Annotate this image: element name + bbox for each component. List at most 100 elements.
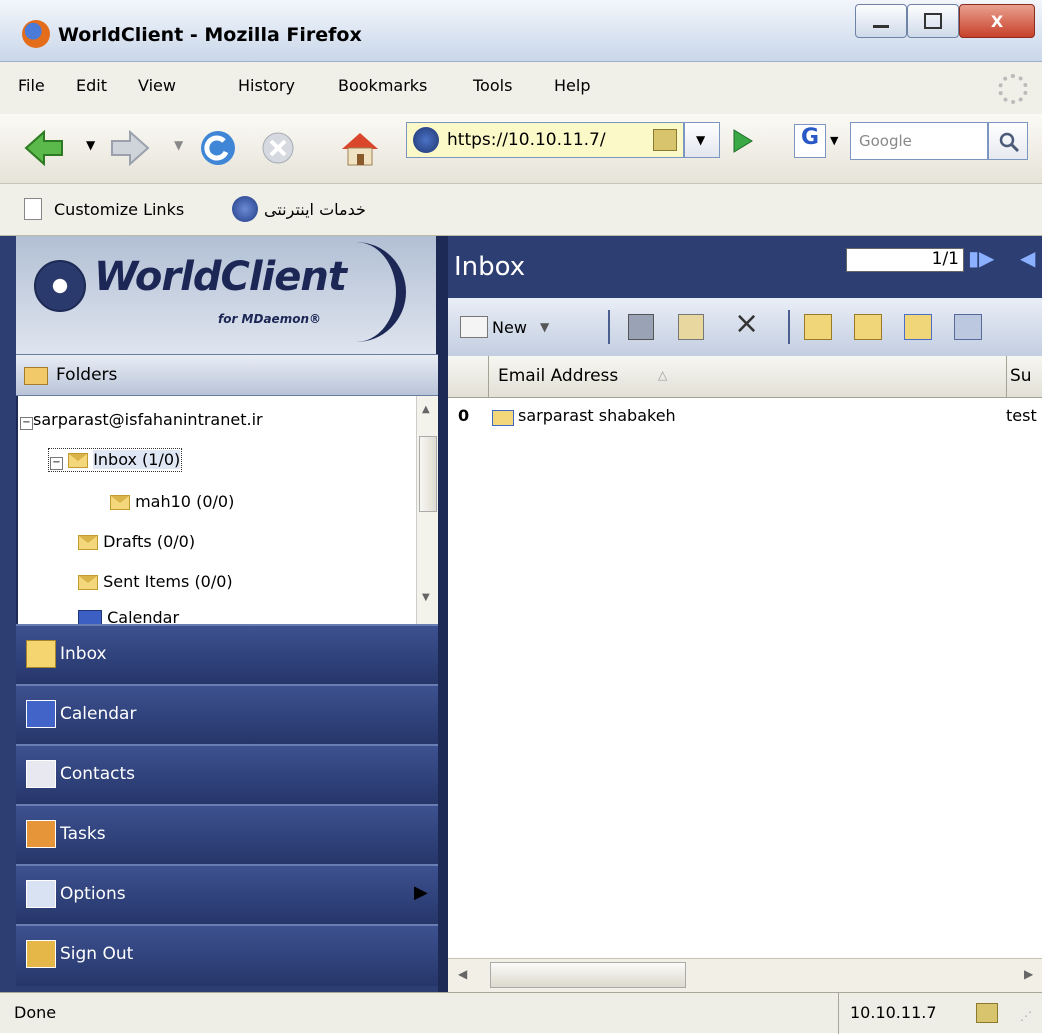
globe-icon [232,196,258,222]
next-page-icon[interactable]: ▮▶ [968,246,994,270]
new-dropdown-icon[interactable]: ▼ [540,320,549,334]
close-button[interactable]: X [959,4,1035,38]
forward-icon[interactable] [904,314,932,340]
tree-item-label: Inbox (1/0) [93,450,181,469]
folders-header[interactable]: Folders [16,354,438,396]
envelope-icon [78,535,98,550]
logo-swoosh [336,242,406,342]
search-engine-dropdown-icon[interactable]: ▼ [830,134,838,147]
signout-icon [26,940,56,968]
menu-tools[interactable]: Tools [473,76,512,95]
menu-bookmarks[interactable]: Bookmarks [338,76,427,95]
move-icon[interactable] [678,314,704,340]
window-titlebar: WorldClient - Mozilla Firefox X [0,0,1042,62]
nav-label: Calendar [60,704,137,724]
inbox-title: Inbox [454,252,526,282]
message-toolbar: New ▼ × [448,298,1042,356]
menu-history[interactable]: History [238,76,295,95]
nav-inbox-button[interactable]: Inbox [16,624,438,684]
minimize-icon [873,24,889,28]
nav-signout-button[interactable]: Sign Out [16,924,438,986]
close-icon: X [990,11,1004,31]
new-button[interactable]: New [492,318,527,337]
delete-icon[interactable]: × [734,306,759,341]
tree-item-calendar[interactable]: Calendar [78,608,179,624]
options-icon [26,880,56,908]
tree-account[interactable]: − sarparast@isfahanintranet.ir [20,410,263,430]
menu-bar: File Edit View History Bookmarks Tools H… [0,62,1042,114]
submenu-arrow-icon: ▶ [414,882,428,903]
maximize-button[interactable] [907,4,959,38]
nav-label: Tasks [60,824,106,844]
tree-item-label: mah10 (0/0) [135,492,235,511]
nav-options-button[interactable]: Options ▶ [16,864,438,924]
back-dropdown-icon[interactable]: ▼ [86,138,95,152]
chevron-down-icon: ▼ [696,133,706,147]
scroll-thumb[interactable] [490,962,686,988]
minimize-button[interactable] [855,4,907,38]
back-button[interactable] [22,128,66,168]
scroll-up-icon[interactable]: ▲ [422,404,430,415]
scroll-down-icon[interactable]: ▼ [422,592,430,603]
splitter[interactable] [438,236,448,992]
reply-all-icon[interactable] [854,314,882,340]
reload-button[interactable] [196,128,240,168]
search-engine-google-icon[interactable]: G [794,124,826,158]
tree-item-mah10[interactable]: mah10 (0/0) [110,492,234,511]
column-email-address[interactable]: Email Address [498,366,618,386]
last-page-icon[interactable]: ◀ [1020,246,1035,270]
nav-calendar-button[interactable]: Calendar [16,684,438,744]
column-subject[interactable]: Su [1010,366,1032,386]
table-row[interactable]: 0 sarparast shabakeh test [448,398,1042,432]
collapse-icon[interactable]: − [50,457,63,470]
nav-tasks-button[interactable]: Tasks [16,804,438,864]
menu-view[interactable]: View [138,76,176,95]
address-url[interactable]: https://10.10.11.7/ [447,130,606,150]
toolbar-separator [788,310,790,344]
new-message-icon [460,316,488,338]
search-button[interactable] [988,122,1028,160]
forward-button[interactable] [108,128,152,168]
search-input[interactable]: Google [850,122,988,160]
folder-tree-scrollbar[interactable]: ▲ ▼ [416,396,438,624]
customize-links-link[interactable]: Customize Links [54,200,184,219]
reply-icon[interactable] [804,314,832,340]
scroll-right-icon[interactable]: ▶ [1024,967,1033,981]
ssl-lock-icon[interactable] [653,129,677,151]
nav-label: Options [60,884,126,904]
home-button[interactable] [338,128,382,168]
tree-item-sent-items[interactable]: Sent Items (0/0) [78,572,233,591]
folders-title: Folders [56,365,118,385]
page-indicator[interactable]: 1/1 [846,248,964,272]
address-dropdown-button[interactable]: ▼ [684,122,720,158]
menu-edit[interactable]: Edit [76,76,107,95]
bookmarks-toolbar: Customize Links خدمات اینترنتی [0,184,1042,236]
nav-label: Inbox [60,644,107,664]
scroll-thumb[interactable] [419,436,437,512]
resize-grip-icon[interactable]: ⋰ [1020,1009,1032,1023]
collapse-icon[interactable]: − [20,417,33,430]
logo-globe-icon [34,260,86,312]
worldclient-logo: WorldClient for MDaemon® [16,236,438,354]
menu-help[interactable]: Help [554,76,590,95]
site-globe-icon [413,127,439,153]
ssl-lock-icon[interactable] [976,1003,998,1023]
message-from: sarparast shabakeh [518,406,676,425]
nav-contacts-button[interactable]: Contacts [16,744,438,804]
address-bar[interactable]: https://10.10.11.7/ [406,122,684,158]
scroll-left-icon[interactable]: ◀ [458,967,467,981]
search-icon [999,132,1020,153]
persian-link[interactable]: خدمات اینترنتی [264,200,366,219]
horizontal-scrollbar[interactable]: ◀ ▶ [448,958,1042,992]
nav-label: Contacts [60,764,135,784]
forward-dropdown-icon[interactable]: ▼ [174,138,183,152]
stop-button[interactable] [256,128,300,168]
menu-file[interactable]: File [18,76,45,95]
go-button[interactable] [724,124,760,158]
tree-item-inbox[interactable]: − Inbox (1/0) [48,448,183,472]
print-icon[interactable] [628,314,654,340]
tree-item-label: Calendar [107,608,180,624]
folders-icon [24,367,48,385]
tree-item-drafts[interactable]: Drafts (0/0) [78,532,195,551]
mark-icon[interactable] [954,314,982,340]
